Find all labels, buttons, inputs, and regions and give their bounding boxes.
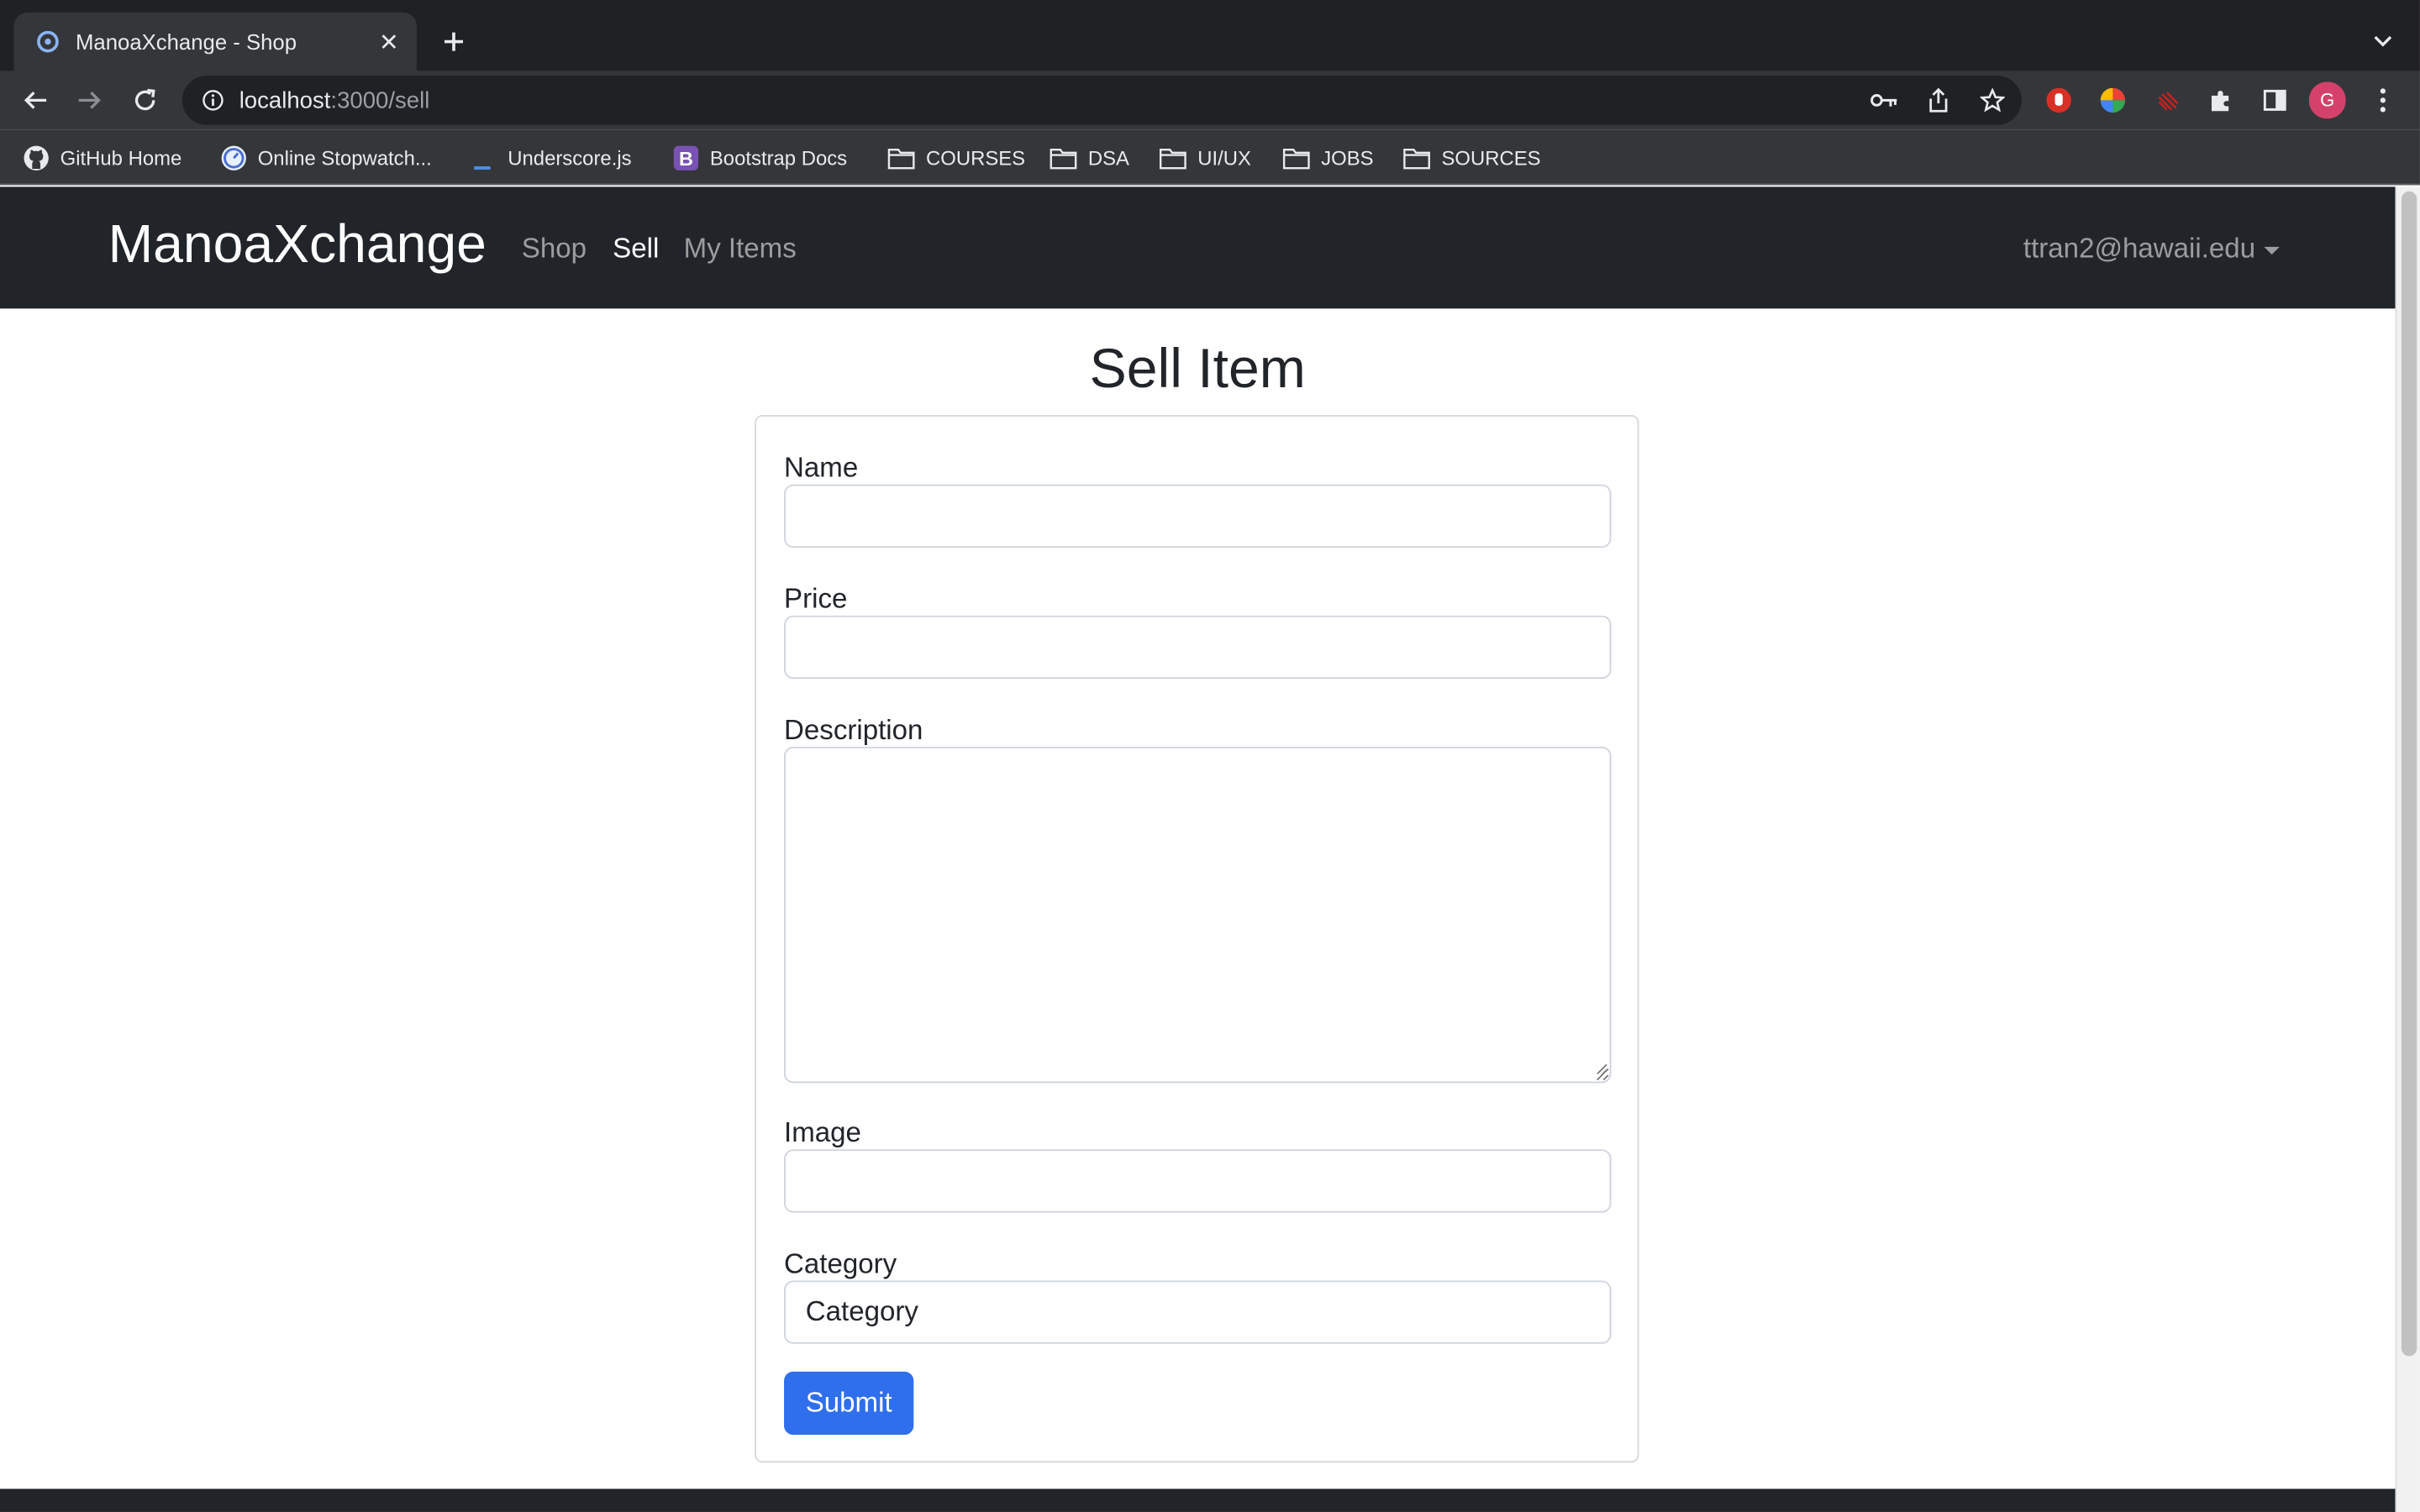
svg-text:B: B [678,147,692,169]
scrollbar-thumb[interactable] [2401,191,2417,1357]
url-path: :3000/sell [330,87,430,113]
bookmark-label: COURSES [926,145,1026,170]
submit-button[interactable]: Submit [784,1371,914,1436]
profile-avatar[interactable]: G [2308,81,2346,119]
underscore-icon [469,144,497,171]
bookmark-github-home[interactable]: GitHub Home [22,142,182,173]
description-textarea[interactable] [784,746,1612,1084]
price-input[interactable] [784,615,1612,680]
name-input[interactable] [784,484,1612,549]
browser-tab-strip: ManoaXchange - Shop [0,0,2420,71]
extensions-puzzle-icon[interactable] [2202,81,2239,118]
user-dropdown[interactable]: ttran2@hawaii.edu [2023,232,2281,265]
folder-icon [1050,144,1077,171]
browser-tab-active[interactable]: ManoaXchange - Shop [13,12,417,71]
address-bar[interactable]: localhost:3000/sell [182,75,2023,125]
folder-icon [1282,144,1310,171]
textarea-resize-handle-icon[interactable] [1596,1055,1608,1074]
category-selected-value: Category [805,1295,918,1327]
site-brand[interactable]: ManoaXchange [108,213,487,277]
bookmark-folder-sources[interactable]: SOURCES [1403,142,1541,173]
description-label: Description [784,714,923,746]
bookmark-bootstrap-docs[interactable]: B Bootstrap Docs [671,142,847,173]
profile-initial: G [2320,89,2335,112]
folder-icon [1403,144,1431,171]
share-icon[interactable] [1923,85,1954,116]
page-title: Sell Item [1089,336,1306,400]
bookmark-label: Online Stopwatch... [257,145,432,170]
image-label: Image [784,1116,861,1148]
bookmark-underscore[interactable]: Underscore.js [469,142,632,173]
page-viewport: ManoaXchange Shop Sell My Items ttran2@h… [0,186,2396,1512]
bookmark-label: Bootstrap Docs [709,145,848,170]
extension-stop-hand-icon[interactable] [2040,81,2077,118]
extension-color-wheel-icon[interactable] [2094,81,2131,118]
folder-icon [1159,144,1186,171]
tab-title: ManoaXchange - Shop [75,29,297,55]
bookmark-folder-dsa[interactable]: DSA [1050,142,1129,173]
price-label: Price [784,583,848,615]
url-host: localhost [239,87,331,113]
new-tab-plus-icon[interactable] [435,24,472,60]
name-label: Name [784,452,859,483]
bookmark-star-icon[interactable] [1977,85,2008,116]
extension-stripes-icon[interactable] [2150,81,2187,118]
folder-icon [887,144,915,171]
site-favicon-icon [35,29,60,54]
reload-icon[interactable] [127,81,164,118]
bookmark-label: SOURCES [1441,145,1541,170]
bootstrap-icon: B [671,144,699,171]
bookmark-folder-jobs[interactable]: JOBS [1282,142,1374,173]
user-email: ttran2@hawaii.edu [2023,233,2256,265]
bookmark-label: JOBS [1321,145,1374,170]
nav-link-my-items[interactable]: My Items [684,232,797,265]
category-select[interactable]: Category [784,1280,1612,1344]
bookmark-online-stopwatch[interactable]: Online Stopwatch... [219,142,432,173]
bookmark-folder-courses[interactable]: COURSES [887,142,1025,173]
image-input[interactable] [784,1149,1612,1213]
side-panel-icon[interactable] [2256,81,2293,118]
caret-down-icon [2265,245,2281,255]
tab-search-chevron-icon[interactable] [2365,24,2402,60]
nav-link-shop[interactable]: Shop [522,232,587,265]
sell-item-form: Name Price Description Image Category Ca… [755,415,1639,1463]
github-icon [22,144,50,171]
browser-menu-kebab-icon[interactable] [2365,81,2402,118]
bookmark-label: Underscore.js [508,145,632,170]
forward-arrow-icon[interactable] [71,81,108,118]
page-scrollbar[interactable] [2395,186,2420,1512]
nav-link-sell[interactable]: Sell [613,232,659,265]
stopwatch-icon [219,144,247,171]
bookmark-label: GitHub Home [60,145,182,170]
bookmark-folder-uiux[interactable]: UI/UX [1159,142,1251,173]
bookmark-label: DSA [1087,145,1129,170]
site-info-icon[interactable] [199,87,227,114]
site-navbar: ManoaXchange Shop Sell My Items ttran2@h… [0,186,2396,309]
browser-toolbar: localhost:3000/sell G [0,71,2420,130]
category-label: Category [784,1247,897,1279]
bookmark-label: UI/UX [1197,145,1251,170]
site-footer [0,1488,2396,1512]
bookmarks-bar: GitHub Home Online Stopwatch... Undersco… [0,129,2420,186]
key-icon[interactable] [1869,85,1900,116]
tab-close-icon[interactable] [373,26,404,57]
back-arrow-icon[interactable] [17,81,54,118]
